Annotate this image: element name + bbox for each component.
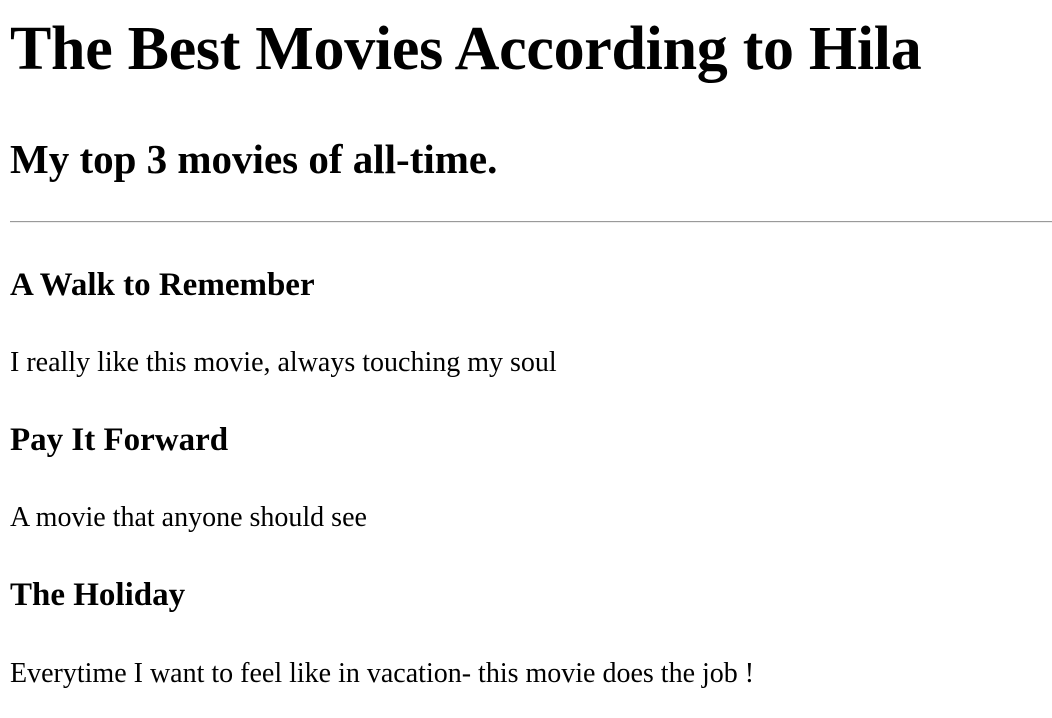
movie-description: Everytime I want to feel like in vacatio…	[10, 658, 755, 689]
movie-item-a-walk-to-remember: A Walk to Remember I really like this mo…	[10, 223, 1052, 380]
movie-item-the-holiday: The Holiday Everytime I want to feel lik…	[10, 535, 1052, 691]
movie-description: I really like this movie, always touchin…	[10, 347, 557, 378]
movie-description: A movie that anyone should see	[10, 502, 367, 533]
page-title: The Best Movies According to Hila	[10, 15, 922, 83]
page-subtitle: My top 3 movies of all-time.	[10, 136, 498, 182]
page: The Best Movies According to Hila My top…	[0, 0, 1052, 691]
movie-title: The Holiday	[10, 577, 186, 613]
movie-title: Pay It Forward	[10, 422, 229, 458]
movie-title: A Walk to Remember	[10, 267, 315, 303]
movie-item-pay-it-forward: Pay It Forward A movie that anyone shoul…	[10, 380, 1052, 535]
